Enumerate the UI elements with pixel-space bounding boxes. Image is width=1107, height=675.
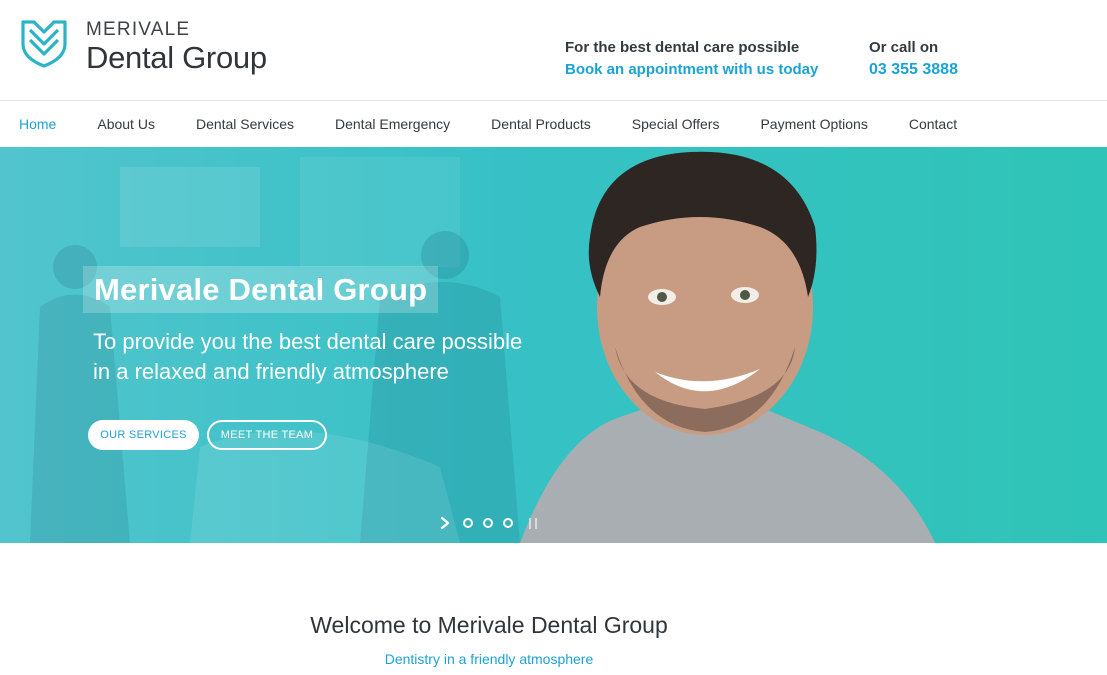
hero-subtitle: To provide you the best dental care poss… xyxy=(93,327,573,387)
slider-controls xyxy=(438,516,537,530)
appointment-block: For the best dental care possible Book a… xyxy=(565,37,818,81)
site-logo[interactable]: MERIVALE Dental Group xyxy=(20,18,267,73)
meet-the-team-button[interactable]: MEET THE TEAM xyxy=(207,420,327,450)
nav-item-about-us[interactable]: About Us xyxy=(97,116,155,132)
call-label: Or call on xyxy=(869,39,939,56)
care-label: For the best dental care possible xyxy=(565,39,800,56)
tooth-shield-logo-icon xyxy=(21,20,67,68)
nav-item-special-offers[interactable]: Special Offers xyxy=(632,116,720,132)
slide-dot-1[interactable] xyxy=(463,518,473,528)
hero-title-box: Merivale Dental Group xyxy=(83,266,439,313)
hero-subtitle-line-2: in a relaxed and friendly atmosphere xyxy=(93,359,449,384)
slide-dot-3[interactable] xyxy=(503,518,513,528)
nav-item-home[interactable]: Home xyxy=(19,116,56,132)
chevron-right-icon[interactable] xyxy=(438,516,452,530)
phone-block: Or call on 03 355 3888 xyxy=(869,37,958,81)
hero-subtitle-line-1: To provide you the best dental care poss… xyxy=(93,329,523,354)
nav-item-dental-services[interactable]: Dental Services xyxy=(196,116,294,132)
welcome-title: Welcome to Merivale Dental Group xyxy=(310,612,668,638)
hero-slider: Merivale Dental Group To provide you the… xyxy=(0,147,1107,543)
our-services-button[interactable]: OUR SERVICES xyxy=(88,420,199,450)
logo-text: MERIVALE Dental Group xyxy=(86,18,267,73)
site-header: MERIVALE Dental Group For the best denta… xyxy=(0,0,1107,100)
nav-item-payment-options[interactable]: Payment Options xyxy=(760,116,867,132)
main-nav: Home About Us Dental Services Dental Eme… xyxy=(0,100,1107,147)
book-appointment-link[interactable]: Book an appointment with us today xyxy=(565,59,818,81)
nav-item-dental-emergency[interactable]: Dental Emergency xyxy=(335,116,450,132)
phone-number-link[interactable]: 03 355 3888 xyxy=(869,59,958,81)
slide-dot-2[interactable] xyxy=(483,518,493,528)
logo-name-main: Dental Group xyxy=(86,40,267,75)
pause-icon[interactable] xyxy=(529,517,537,529)
nav-item-dental-products[interactable]: Dental Products xyxy=(491,116,591,132)
hero-title: Merivale Dental Group xyxy=(94,271,428,307)
nav-item-contact[interactable]: Contact xyxy=(909,116,957,132)
logo-name-top: MERIVALE xyxy=(86,19,191,40)
welcome-subtitle: Dentistry in a friendly atmosphere xyxy=(384,651,594,667)
